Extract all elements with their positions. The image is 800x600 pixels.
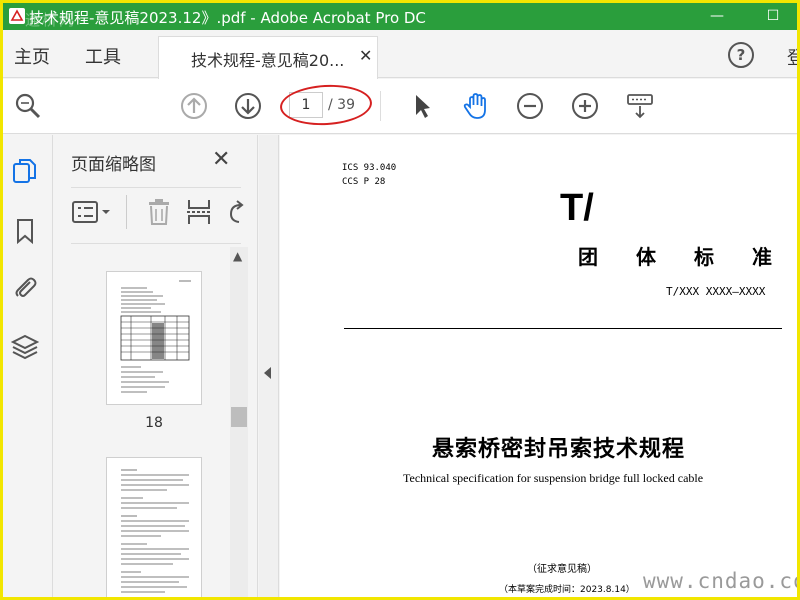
thumbnail-page-18-preview: [120, 280, 191, 393]
insert-page-icon[interactable]: [185, 197, 213, 227]
help-icon[interactable]: ?: [728, 42, 754, 68]
group-standard-heading: 团体标准: [578, 245, 797, 269]
window-title: 技术规程-意见稿2023.12》.pdf - Adobe Acrobat Pro…: [29, 9, 426, 27]
page-down-icon[interactable]: [233, 91, 263, 121]
thumbnail-scrollbar[interactable]: ▲: [230, 247, 248, 597]
completion-date: （本草案完成时间：2023.8.14）: [499, 585, 635, 595]
draft-note: （征求意见稿）: [527, 564, 597, 575]
panel-divider-2: [71, 243, 241, 244]
pages-icon[interactable]: [11, 157, 39, 185]
ics-code: ICS 93.040: [342, 163, 397, 173]
keyboard-scroll-icon[interactable]: [625, 91, 655, 121]
title-bar: 技术规程-意见稿2023.12》.pdf - Adobe Acrobat Pro…: [3, 3, 797, 30]
ccs-code: CCS P 28: [342, 177, 386, 187]
trash-icon[interactable]: [145, 197, 173, 227]
scroll-up-icon[interactable]: ▲: [233, 249, 242, 263]
toolbar: 1 / 39: [3, 79, 797, 134]
panel-close-icon[interactable]: ✕: [212, 147, 230, 172]
site-watermark: www.cndao.com: [643, 569, 797, 593]
search-zoom-icon[interactable]: [13, 91, 43, 121]
document-tab-label: 技术规程-意见稿20...: [191, 51, 345, 70]
navigation-rail: [3, 135, 53, 597]
attachment-icon[interactable]: [11, 273, 39, 301]
layers-icon[interactable]: [11, 333, 39, 361]
header-rule: [344, 328, 782, 329]
collapse-caret-icon: [264, 367, 271, 379]
document-title-cn: 悬索桥密封吊索技术规程: [432, 437, 686, 462]
signin-button[interactable]: 登: [787, 44, 797, 70]
panel-divider: [71, 187, 241, 188]
panel-title: 页面缩略图: [71, 155, 156, 175]
zoom-in-icon[interactable]: [570, 91, 600, 121]
zoom-out-icon[interactable]: [515, 91, 545, 121]
scrollbar-thumb[interactable]: [231, 407, 247, 427]
standard-number: T/XXX XXXX—XXXX: [666, 285, 766, 298]
select-arrow-icon[interactable]: [407, 91, 437, 121]
panel-tool-divider: [126, 195, 127, 229]
acrobat-icon: [9, 8, 25, 24]
toolbar-divider: [380, 91, 381, 121]
rotate-icon[interactable]: [225, 197, 245, 227]
logo-watermark: 通桥网: [25, 11, 77, 29]
menu-bar: 主页 工具 技术规程-意见稿20... ✕ ? 登: [3, 30, 797, 79]
collapse-panel-button[interactable]: [259, 135, 279, 597]
thumbnail-page-number: 18: [145, 415, 163, 431]
thumbnail-options-icon[interactable]: [71, 197, 115, 227]
thumbnails-panel: 页面缩略图 ✕ 18 ▲: [54, 135, 258, 597]
maximize-button[interactable]: ☐: [759, 5, 787, 27]
document-tab[interactable]: 技术规程-意见稿20... ✕: [158, 36, 378, 79]
standard-prefix: T/: [560, 187, 594, 229]
thumbnail-page-18[interactable]: [106, 271, 202, 405]
thumbnail-page-19[interactable]: [106, 457, 202, 597]
red-circle-annotation: [279, 82, 373, 128]
menu-home[interactable]: 主页: [14, 43, 50, 69]
bookmark-icon[interactable]: [11, 217, 39, 245]
document-view[interactable]: ICS 93.040 CCS P 28 T/ 团体标准 T/XXX XXXX—X…: [280, 135, 797, 597]
page-up-icon[interactable]: [179, 91, 209, 121]
tab-close-icon[interactable]: ✕: [359, 46, 372, 65]
app-window: 技术规程-意见稿2023.12》.pdf - Adobe Acrobat Pro…: [0, 0, 800, 600]
minimize-button[interactable]: —: [703, 5, 731, 27]
hand-icon[interactable]: [461, 91, 491, 121]
thumbnail-page-19-preview: [121, 469, 189, 593]
document-title-en: Technical specification for suspension b…: [403, 471, 704, 485]
menu-tools[interactable]: 工具: [85, 43, 121, 69]
